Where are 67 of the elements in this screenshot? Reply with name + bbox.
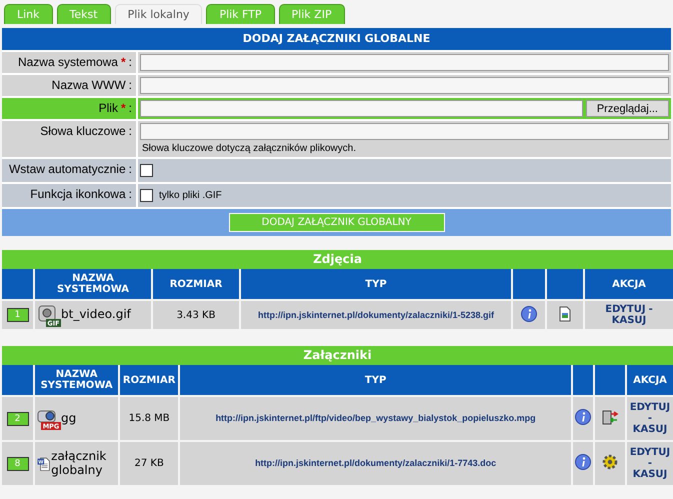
gear-icon[interactable] — [601, 453, 619, 471]
field-label: Nazwa systemowa — [18, 55, 118, 71]
edit-link[interactable]: EDYTUJ — [630, 447, 670, 458]
file-url-link[interactable]: http://ipn.jskinternet.pl/dokumenty/zalaczniki/1-7743.doc — [255, 458, 496, 468]
header-cell: ROZMIAR — [120, 365, 178, 395]
checkbox-note: tylko pliki .GIF — [159, 190, 222, 201]
picture-icon[interactable] — [557, 306, 573, 322]
delete-link[interactable]: KASUJ — [632, 424, 668, 435]
label-colon: : — [128, 78, 132, 94]
file-name: gg — [61, 412, 76, 426]
input-field[interactable] — [140, 77, 669, 94]
checkbox[interactable] — [140, 164, 153, 177]
label-colon: : — [128, 101, 132, 117]
label-colon: : — [128, 55, 132, 71]
tab[interactable]: Plik lokalny — [114, 4, 202, 24]
row-number: 8 — [6, 456, 28, 470]
transfer-icon[interactable] — [601, 408, 619, 426]
action-separator: - — [648, 458, 652, 469]
edit-link[interactable]: EDYTUJ — [630, 402, 670, 413]
required-mark: * — [120, 55, 126, 71]
header-cell: AKCJA — [585, 269, 673, 299]
header-cell: NAZWA SYSTEMOWA — [35, 269, 151, 299]
file-size: 3.43 KB — [176, 310, 216, 320]
row-number: 2 — [6, 412, 28, 426]
input-field[interactable] — [140, 54, 669, 71]
header-cell — [595, 365, 625, 395]
header-cell — [573, 365, 593, 395]
header-cell — [2, 365, 33, 395]
header-cell: TYP — [241, 269, 511, 299]
delete-link[interactable]: KASUJ — [612, 315, 646, 326]
header-cell — [2, 269, 33, 299]
input-field[interactable] — [140, 123, 669, 140]
form-title-bar: DODAJ ZAŁĄCZNIKI GLOBALNE — [2, 28, 671, 50]
checkbox[interactable] — [140, 189, 153, 202]
edit-link[interactable]: EDYTUJ — [605, 304, 646, 315]
file-size: 27 KB — [134, 458, 164, 469]
header-cell: TYP — [180, 365, 571, 395]
field-label: Plik — [98, 101, 118, 117]
field-label: Słowa kluczowe — [40, 124, 126, 140]
header-cell — [547, 269, 583, 299]
row-number: 1 — [6, 308, 28, 322]
action-separator: - — [648, 304, 653, 315]
file-url-link[interactable]: http://ipn.jskinternet.pl/ftp/video/bep_wystawy_bialystok_popieluszko.mpg — [216, 413, 536, 423]
file-size: 15.8 MB — [128, 413, 170, 424]
info-icon[interactable] — [521, 306, 537, 322]
file-name: bt_video.gif — [61, 308, 131, 322]
file-name: załącznik globalny — [51, 450, 108, 477]
info-icon[interactable] — [575, 454, 591, 470]
header-cell: NAZWA SYSTEMOWA — [35, 365, 118, 395]
header-cell: ROZMIAR — [153, 269, 239, 299]
delete-link[interactable]: KASUJ — [632, 469, 668, 480]
label-colon: : — [128, 187, 132, 203]
field-label: Funkcja ikonkowa — [30, 187, 126, 203]
action-separator: - — [648, 413, 652, 424]
section-title-bar: Zdjęcia — [2, 250, 673, 269]
section-title-bar: Załączniki — [2, 346, 673, 365]
browse-button[interactable]: Przeglądaj... — [586, 100, 669, 117]
field-label: Wstaw automatycznie — [8, 162, 126, 178]
field-hint: Słowa kluczowe dotyczą załączników plikowych. — [141, 142, 357, 155]
header-cell: AKCJA — [627, 365, 673, 395]
file-path-field[interactable] — [140, 100, 583, 117]
info-icon[interactable] — [575, 409, 591, 425]
label-colon: : — [128, 162, 132, 178]
header-cell — [513, 269, 545, 299]
required-mark: * — [120, 101, 126, 117]
label-colon: : — [128, 124, 132, 140]
field-label: Nazwa WWW — [52, 78, 126, 94]
